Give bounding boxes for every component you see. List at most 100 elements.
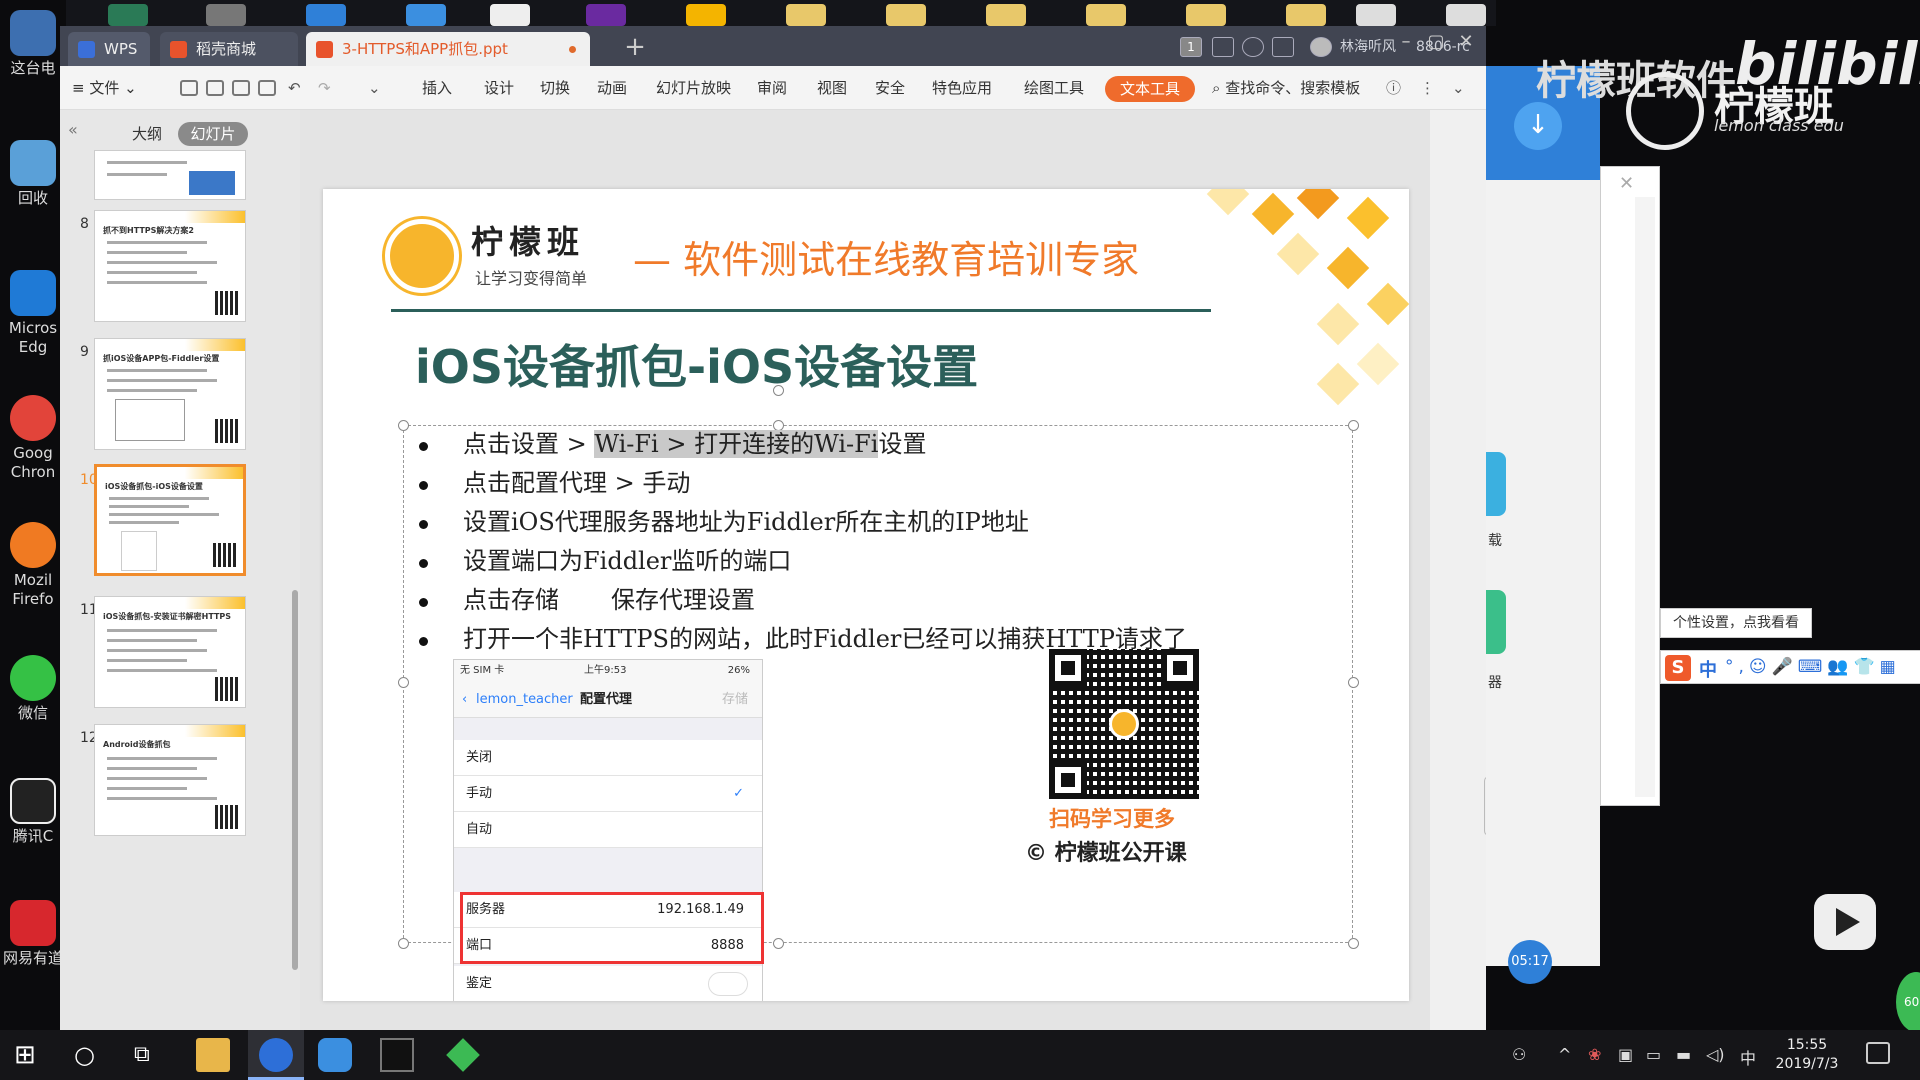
resize-handle[interactable] — [1348, 677, 1359, 688]
resize-handle[interactable] — [398, 420, 409, 431]
user-name[interactable]: 林海听风 — [1340, 34, 1396, 60]
file-menu[interactable]: ≡ 文件 ⌄ — [68, 66, 148, 110]
battery-icon[interactable]: ▬ — [1676, 1045, 1691, 1064]
search-icon[interactable]: ○ — [74, 1038, 108, 1072]
slide-thumbnail[interactable] — [94, 150, 246, 200]
tab-wps-home[interactable]: WPS — [68, 32, 150, 66]
file-icon[interactable] — [1446, 4, 1486, 26]
rotate-handle-icon[interactable] — [773, 385, 784, 396]
tray-expand-icon[interactable]: ^ — [1558, 1045, 1571, 1064]
desktop-icon-firefox[interactable]: Mozil Firefo — [0, 522, 66, 609]
folder-icon[interactable] — [986, 4, 1026, 26]
slide-thumbnail[interactable]: 抓不到HTTPS解决方案2 — [94, 210, 246, 322]
maximize-button[interactable]: ▢ — [1422, 30, 1450, 56]
file-explorer-icon[interactable] — [196, 1038, 230, 1072]
resize-handle[interactable] — [773, 938, 784, 949]
fiddler-icon[interactable] — [446, 1038, 480, 1072]
skin-icon[interactable] — [1242, 37, 1264, 57]
folder-icon[interactable] — [108, 4, 148, 26]
desktop-icon-chrome[interactable]: Goog Chron — [0, 395, 66, 482]
notification-icon[interactable] — [1866, 1042, 1890, 1064]
desktop-icon-edge[interactable]: Micros Edg — [0, 270, 66, 357]
tray-app-icon[interactable]: ❀ — [1588, 1045, 1601, 1064]
clock[interactable]: 15:55 2019/7/3 — [1772, 1036, 1842, 1074]
close-icon[interactable]: ✕ — [1619, 173, 1634, 194]
network-icon[interactable]: ▭ — [1646, 1045, 1661, 1064]
panel-scrollbar[interactable] — [292, 590, 298, 970]
app-icon[interactable] — [586, 4, 626, 26]
menu-transition[interactable]: 切换 — [540, 66, 570, 110]
taskbar-wps-active[interactable] — [248, 1030, 304, 1080]
slide-title[interactable]: iOS设备抓包-iOS设备设置 — [415, 331, 978, 397]
tab-slides[interactable]: 幻灯片 — [178, 122, 248, 146]
close-button[interactable]: ✕ — [1452, 30, 1480, 56]
app-icon[interactable] — [490, 4, 530, 26]
command-search[interactable]: ⌕ 查找命令、搜索模板 — [1212, 66, 1360, 110]
app-icon[interactable] — [306, 4, 346, 26]
app-icon[interactable] — [406, 4, 446, 26]
app-icon[interactable] — [686, 4, 726, 26]
sogou-icon[interactable]: S — [1665, 655, 1691, 681]
tab-outline[interactable]: 大纲 — [132, 122, 162, 146]
help-icon[interactable]: ⓘ — [1386, 66, 1401, 110]
task-view-icon[interactable]: ⧉ — [134, 1038, 168, 1072]
minimize-button[interactable]: – — [1392, 30, 1420, 56]
menu-slideshow[interactable]: 幻灯片放映 — [656, 66, 731, 110]
folder-icon[interactable] — [886, 4, 926, 26]
tray-app-icon[interactable]: ▣ — [1618, 1045, 1633, 1064]
download-icon[interactable]: ↓ — [1514, 102, 1562, 150]
side-tab[interactable] — [1486, 590, 1506, 654]
ios-proxy-screenshot[interactable]: 无 SIM 卡 上午9:53 26% ‹ lemon_teacher 配置代理 … — [453, 659, 764, 1001]
preview-icon[interactable] — [258, 80, 276, 96]
print-icon[interactable] — [232, 80, 250, 96]
ime-tool-icons[interactable]: °,☺🎤⌨👥👕▦ — [1725, 657, 1901, 677]
slide-thumbnail[interactable]: 抓iOS设备APP包-Fiddler设置 — [94, 338, 246, 450]
menu-text-tools[interactable]: 文本工具 — [1105, 76, 1195, 102]
slide-thumbnail[interactable]: Android设备抓包 — [94, 724, 246, 836]
more-icon[interactable]: ⋮ — [1420, 66, 1435, 110]
volume-icon[interactable]: ◁) — [1706, 1045, 1725, 1064]
tab-docer-store[interactable]: 稻壳商城 — [160, 32, 298, 66]
menu-view[interactable]: 视图 — [817, 66, 847, 110]
desktop-icon-recycle-bin[interactable]: 回收 — [0, 140, 66, 208]
share-icon[interactable] — [1272, 37, 1294, 57]
resize-handle[interactable] — [1348, 938, 1359, 949]
folder-icon[interactable] — [1086, 4, 1126, 26]
desktop-icon-wechat[interactable]: 微信 — [0, 655, 66, 723]
resize-handle[interactable] — [1348, 420, 1359, 431]
desktop-icon-youdao[interactable]: 网易有道 — [0, 900, 66, 968]
slide-thumbnail[interactable]: iOS设备抓包-安装证书解密HTTPS — [94, 596, 246, 708]
menu-animation[interactable]: 动画 — [597, 66, 627, 110]
bullet-list[interactable]: 点击设置 > Wi-Fi > 打开连接的Wi-Fi设置 点击配置代理 > 手动 … — [415, 425, 1315, 659]
export-icon[interactable] — [206, 80, 224, 96]
side-tab[interactable] — [1486, 452, 1506, 516]
menu-security[interactable]: 安全 — [875, 66, 905, 110]
slide-thumbnail-selected[interactable]: iOS设备抓包-iOS设备设置 — [94, 464, 246, 576]
redo-button[interactable]: ↷ — [318, 66, 331, 110]
folder-icon[interactable] — [786, 4, 826, 26]
ime-indicator[interactable]: 中 — [1740, 1045, 1756, 1069]
menu-insert[interactable]: 插入 — [422, 66, 452, 110]
ime-tooltip[interactable]: 个性设置，点我看看 — [1660, 608, 1812, 638]
layout-icon[interactable] — [1212, 37, 1234, 57]
app-icon[interactable] — [206, 4, 246, 26]
menu-design[interactable]: 设计 — [484, 66, 514, 110]
play-icon[interactable] — [1814, 894, 1876, 950]
avatar[interactable] — [1310, 37, 1332, 57]
new-tab-button[interactable]: + — [620, 32, 650, 62]
collapse-panel-icon[interactable]: « — [68, 120, 78, 139]
resize-handle[interactable] — [398, 938, 409, 949]
tab-current-document[interactable]: 3-HTTPS和APP抓包.ppt — [306, 32, 590, 66]
windows-start-icon[interactable]: ⊞ — [14, 1038, 48, 1072]
file-icon[interactable] — [1356, 4, 1396, 26]
collapse-ribbon-icon[interactable]: ⌄ — [1452, 66, 1465, 110]
menu-features[interactable]: 特色应用 — [932, 66, 992, 110]
dialog-scrollbar[interactable] — [1635, 197, 1655, 797]
undo-button[interactable]: ↶ — [288, 66, 301, 110]
resize-handle[interactable] — [398, 677, 409, 688]
window-count-badge[interactable]: 1 — [1180, 37, 1202, 57]
ime-mode[interactable]: 中 — [1699, 656, 1717, 682]
desktop-icon-qq[interactable]: 腾讯C — [0, 778, 66, 846]
capture-icon[interactable] — [318, 1038, 352, 1072]
menu-drawing-tools[interactable]: 绘图工具 — [1024, 66, 1084, 110]
